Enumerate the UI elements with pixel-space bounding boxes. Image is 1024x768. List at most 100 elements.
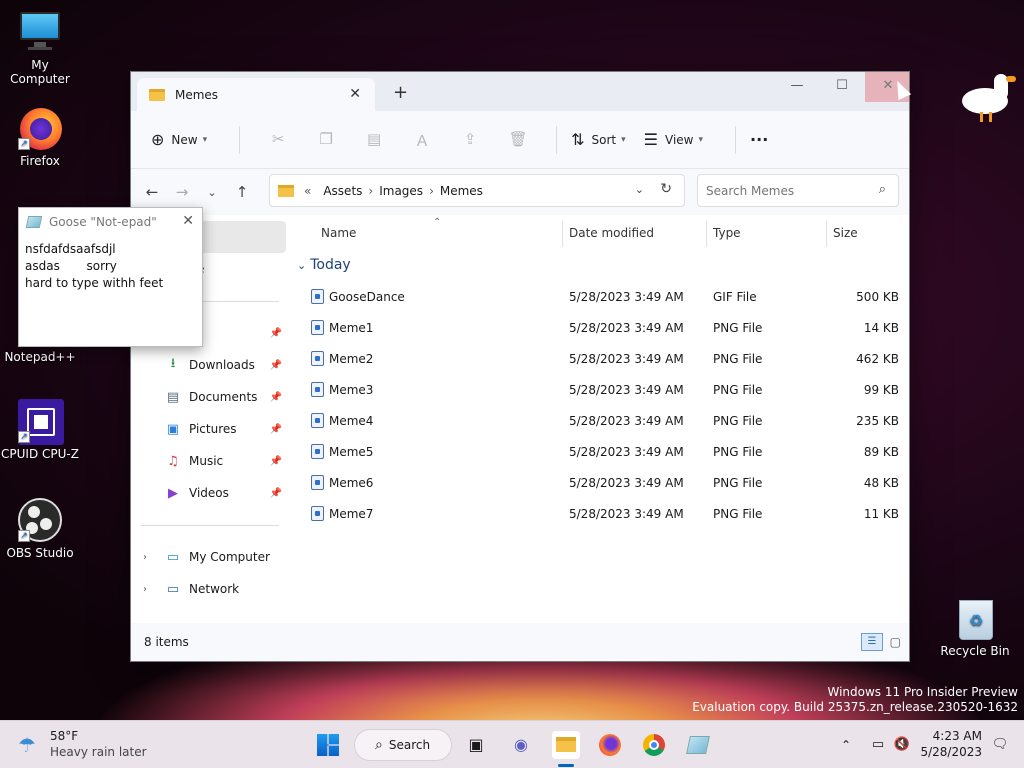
chevron-down-icon: ▾ [698,134,704,145]
breadcrumb-assets[interactable]: Assets [323,184,362,198]
more-options-button[interactable]: ··· [750,130,768,149]
chrome-taskbar-icon[interactable] [640,731,668,759]
sidebar-item-downloads[interactable]: ⭳ Downloads 📌 [131,349,286,381]
desktop-icon-cpuz[interactable]: ↗ CPUID CPU-Z [0,399,80,461]
sort-button[interactable]: ⇅ Sort ▾ [571,130,626,149]
address-bar[interactable]: « Assets › Images › Memes ⌄ ↻ [269,174,685,207]
tiles-view-icon[interactable]: ▢ [890,635,901,649]
desktop-goose[interactable] [958,70,1020,128]
back-arrow-icon[interactable]: ← [137,183,167,201]
breadcrumb-images[interactable]: Images [379,184,423,198]
desktop-icon-recycle-bin[interactable]: ♻ Recycle Bin [935,596,1015,658]
recent-chevron-icon[interactable]: ⌄ [197,186,227,199]
file-explorer-taskbar-icon[interactable] [552,731,580,759]
column-type[interactable]: Type [713,226,741,240]
table-row[interactable]: Meme2 5/28/2023 3:49 AM PNG File 462 KB [301,344,906,375]
delete-icon[interactable]: 🗑 [505,130,531,150]
sidebar-item-my-computer[interactable]: › ▭ My Computer [131,541,286,573]
table-row[interactable]: GooseDance 5/28/2023 3:49 AM GIF File 50… [301,282,906,313]
table-row[interactable]: Meme4 5/28/2023 3:49 AM PNG File 235 KB [301,406,906,437]
file-size: 48 KB [863,476,899,490]
refresh-icon[interactable]: ↻ [660,181,672,197]
table-row[interactable]: Meme5 5/28/2023 3:49 AM PNG File 89 KB [301,437,906,468]
column-size[interactable]: Size [833,226,858,240]
column-name[interactable]: Name [321,226,356,240]
tab-memes[interactable]: Memes ✕ [137,78,375,111]
notification-bell-icon[interactable]: 🗨 [986,731,1014,759]
file-type: PNG File [713,414,763,428]
show-hidden-icons-chevron-icon[interactable]: ⌃ [832,731,860,759]
paste-icon[interactable]: ▤ [361,130,387,150]
breadcrumb-memes[interactable]: Memes [440,184,483,198]
firefox-icon: ↗ [18,106,62,150]
firefox-taskbar-icon[interactable] [596,731,624,759]
desktop-icon-my-computer[interactable]: My Computer [0,10,80,86]
start-button[interactable] [314,731,342,759]
minimize-button[interactable]: — [774,72,820,102]
desktop-icon-firefox[interactable]: ↗ Firefox [0,106,80,168]
table-row[interactable]: Meme3 5/28/2023 3:49 AM PNG File 99 KB [301,375,906,406]
png-file-icon [311,382,324,397]
maximize-button[interactable]: ☐ [819,72,865,102]
expand-chevron-icon[interactable]: › [143,552,147,563]
rename-icon[interactable]: Ａ [409,130,435,150]
new-tab-button[interactable]: + [393,82,408,103]
task-view-icon[interactable]: ▣ [462,731,490,759]
sidebar-item-videos[interactable]: ▶ Videos 📌 [131,477,286,509]
weather-widget[interactable]: ☂ 58°F Heavy rain later [18,729,148,761]
sidebar-item-pictures[interactable]: ▣ Pictures 📌 [131,413,286,445]
sort-indicator-icon: ⌃ [433,217,442,228]
column-date-modified[interactable]: Date modified [569,226,654,240]
obs-icon: ↗ [18,498,62,542]
clock-date: 5/28/2023 [920,745,982,759]
sidebar-item-music[interactable]: ♫ Music 📌 [131,445,286,477]
clock[interactable]: 4:23 AM 5/28/2023 [920,728,982,760]
table-row[interactable]: Meme6 5/28/2023 3:49 AM PNG File 48 KB [301,468,906,499]
column-divider [826,221,827,247]
title-bar[interactable]: Memes ✕ + — ☐ ✕ [131,72,909,111]
watermark-line: Evaluation copy. Build 25375.zn_release.… [692,700,1018,714]
cut-icon[interactable]: ✂ [265,130,291,150]
share-icon[interactable]: ⇪ [457,130,483,150]
breadcrumb-overflow[interactable]: « [304,184,311,198]
desktop-icon-obs[interactable]: ↗ OBS Studio [0,498,80,560]
sidebar-item-documents[interactable]: ▤ Documents 📌 [131,381,286,413]
search-box[interactable]: ⌕ [697,174,899,207]
png-file-icon [311,351,324,366]
copy-icon[interactable]: ❐ [313,130,339,150]
search-input[interactable] [706,183,866,198]
search-icon: ⌕ [878,182,886,197]
notepad-taskbar-icon[interactable] [684,731,712,759]
expand-chevron-icon[interactable]: › [143,584,147,595]
group-header-today[interactable]: ⌄ Today [297,257,351,273]
close-tab-icon[interactable]: ✕ [349,86,361,102]
volume-muted-icon[interactable]: 🔇 [888,731,916,759]
pin-icon: 📌 [269,391,282,403]
table-row[interactable]: Meme1 5/28/2023 3:49 AM PNG File 14 KB [301,313,906,344]
notepad-title-bar[interactable]: Goose "Not-epad" ✕ [19,208,202,236]
close-icon[interactable]: ✕ [182,213,194,229]
table-row[interactable]: Meme7 5/28/2023 3:49 AM PNG File 11 KB [301,499,906,530]
sidebar-item-label: Videos [189,486,229,500]
sidebar-item-network[interactable]: › ▭ Network [131,573,286,605]
address-row: ← → ⌄ ↑ « Assets › Images › Memes ⌄ ↻ ⌕ [131,169,909,215]
file-size: 89 KB [863,445,899,459]
chat-icon[interactable]: ◉ [507,731,535,759]
new-button[interactable]: ⊕ New ▾ [151,130,207,149]
breadcrumb-chevron-icon: › [368,183,374,198]
taskbar-search[interactable]: ⌕ Search [354,729,452,761]
up-arrow-icon[interactable]: ↑ [227,183,257,201]
forward-arrow-icon[interactable]: → [167,183,197,201]
file-type: PNG File [713,383,763,397]
item-count: 8 items [144,635,189,649]
gif-file-icon [311,289,324,304]
explorer-window[interactable]: Memes ✕ + — ☐ ✕ ⊕ New ▾ ✂ ❐ ▤ Ａ ⇪ 🗑 ⇅ So… [130,71,910,662]
notepad-text-area[interactable]: nsfdafdsaafsdjl asdas sorry hard to type… [19,236,202,297]
file-name: Meme7 [329,507,374,521]
recycle-bin-icon: ♻ [953,596,997,640]
details-view-icon[interactable]: ☰ [861,633,883,651]
view-button[interactable]: ☰ View ▾ [644,130,703,149]
active-app-indicator [558,764,574,767]
address-dropdown-icon[interactable]: ⌄ [635,183,644,196]
goose-notepad-window[interactable]: Goose "Not-epad" ✕ nsfdafdsaafsdjl asdas… [18,207,203,347]
